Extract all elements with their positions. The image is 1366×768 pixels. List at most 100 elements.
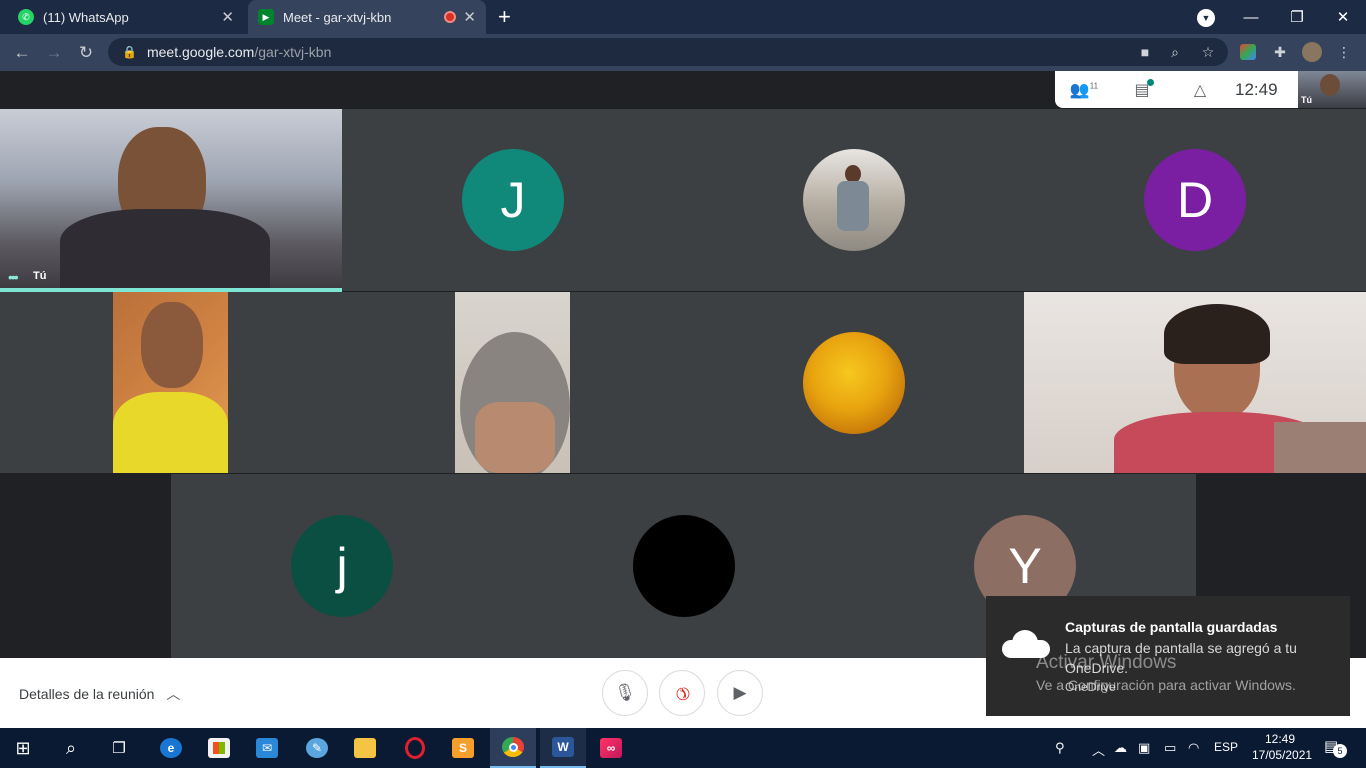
word-icon: W xyxy=(552,737,574,757)
tab-title: Meet - gar-xtvj-kbn xyxy=(283,9,392,25)
mail-icon: ✉ xyxy=(256,738,278,758)
participant-tile-d[interactable]: D xyxy=(1024,109,1366,291)
camera-button[interactable]: ▶ xyxy=(717,670,763,716)
paint-icon: ✎ xyxy=(306,738,328,758)
store-icon xyxy=(208,738,230,758)
photo-person-body xyxy=(837,181,869,231)
participant-tile-j[interactable]: J xyxy=(342,109,683,291)
participant-shirt xyxy=(113,392,228,473)
microphone-button[interactable]: 🎙 xyxy=(602,670,648,716)
close-window-button[interactable]: ✕ xyxy=(1320,0,1366,34)
onedrive-tray-icon[interactable]: ☁ xyxy=(1114,740,1127,756)
meeting-details-button[interactable]: Detalles de la reunión ︿ xyxy=(19,684,180,704)
browser-menu-icon[interactable]: ⋮ xyxy=(1332,40,1356,64)
edge-icon: e xyxy=(160,738,182,758)
taskbar-edge[interactable]: e xyxy=(148,728,194,768)
participant-face xyxy=(475,402,555,473)
more-options-icon[interactable]: ••• xyxy=(8,269,19,285)
onedrive-notification[interactable]: Capturas de pantalla guardadas La captur… xyxy=(986,596,1350,716)
meet-clock: 12:49 xyxy=(1235,79,1278,99)
search-button[interactable]: ⌕ xyxy=(48,728,94,768)
background-furniture xyxy=(1274,422,1366,473)
creative-cloud-icon: ∞ xyxy=(600,738,622,758)
taskbar-creative-cloud[interactable]: ∞ xyxy=(588,728,634,768)
people-icon[interactable]: ⚲ xyxy=(1055,740,1065,756)
task-view-icon: ❐ xyxy=(112,740,126,757)
participant-video xyxy=(455,292,570,473)
zoom-icon[interactable]: ⌕ xyxy=(1163,40,1187,64)
taskbar-word[interactable]: W xyxy=(540,728,586,768)
opera-icon xyxy=(405,737,425,759)
taskbar-explorer[interactable] xyxy=(342,728,388,768)
address-bar[interactable]: 🔒 meet.google.com/gar-xtvj-kbn xyxy=(108,38,1228,66)
participant-tile-video-yellow[interactable] xyxy=(0,292,342,473)
close-tab-icon[interactable]: ✕ xyxy=(221,8,234,26)
start-button[interactable]: ⊞ xyxy=(0,728,46,768)
recording-indicator-icon xyxy=(444,11,456,23)
action-center-button[interactable]: ▤ 5 xyxy=(1324,737,1347,758)
microphone-icon: 🎙 xyxy=(614,683,636,702)
tab-search-icon[interactable]: ▼ xyxy=(1197,9,1215,27)
show-hidden-icons-chevron-icon[interactable]: ︿ xyxy=(1092,740,1105,759)
notification-count: 5 xyxy=(1333,744,1347,758)
avatar-d: D xyxy=(1144,149,1246,251)
tab-meet[interactable]: ▶ Meet - gar-xtvj-kbn ✕ xyxy=(248,0,486,34)
avatar-tulips xyxy=(803,332,905,434)
taskbar-mail[interactable]: ✉ xyxy=(244,728,290,768)
profile-avatar[interactable] xyxy=(1300,40,1324,64)
chat-icon[interactable]: ▤ xyxy=(1113,78,1171,100)
taskbar-sublime[interactable]: S xyxy=(440,728,486,768)
tab-whatsapp[interactable]: ✆ (11) WhatsApp ✕ xyxy=(8,0,244,34)
participant-tile-black[interactable] xyxy=(512,474,854,658)
participant-face xyxy=(141,302,203,388)
self-mini-label: Tú xyxy=(1301,95,1312,105)
tab-title: (11) WhatsApp xyxy=(43,9,129,25)
participant-body xyxy=(60,209,270,289)
wifi-icon[interactable]: ◠ xyxy=(1188,740,1199,756)
new-tab-button[interactable]: + xyxy=(498,4,511,30)
participant-hair xyxy=(1164,304,1270,364)
self-tile-label: Tú xyxy=(33,270,47,282)
camera-icon: ▶ xyxy=(733,683,747,702)
taskbar-opera[interactable] xyxy=(392,728,438,768)
reload-button[interactable]: ↻ xyxy=(72,39,100,67)
back-button[interactable]: ← xyxy=(8,39,36,67)
self-preview-mini[interactable]: Tú xyxy=(1298,71,1366,108)
participant-tile-j2[interactable]: j xyxy=(171,474,512,658)
phone-hangup-icon: ✆ xyxy=(670,681,695,706)
taskbar-store[interactable] xyxy=(196,728,242,768)
windows-activation-body: Ve a Configuración para activar Windows. xyxy=(1036,677,1296,693)
avatar-photo xyxy=(803,149,905,251)
bookmark-star-icon[interactable]: ☆ xyxy=(1196,40,1220,64)
participant-tile-photo[interactable] xyxy=(683,109,1024,291)
taskbar-chrome[interactable] xyxy=(490,728,536,768)
taskbar-paint[interactable]: ✎ xyxy=(294,728,340,768)
participant-tile-tulips[interactable] xyxy=(683,292,1024,473)
language-indicator[interactable]: ESP xyxy=(1214,740,1238,754)
toast-title: Capturas de pantalla guardadas xyxy=(1065,619,1278,635)
clock-date: 17/05/2021 xyxy=(1252,748,1313,762)
self-video-tile[interactable]: ••• Tú xyxy=(0,109,342,289)
search-icon: ⌕ xyxy=(65,737,77,758)
participants-icon[interactable]: 👥11 xyxy=(1055,80,1113,100)
sublime-icon: S xyxy=(452,738,474,758)
participant-tile-video-woman[interactable] xyxy=(1024,292,1366,473)
activities-icon[interactable]: △ xyxy=(1171,80,1229,100)
participant-tile-video-boy[interactable] xyxy=(342,292,683,473)
task-view-button[interactable]: ❐ xyxy=(96,728,142,768)
hang-up-button[interactable]: ✆ xyxy=(659,670,705,716)
security-tray-icon[interactable]: ▣ xyxy=(1138,740,1150,756)
extension-s-icon[interactable] xyxy=(1236,40,1260,64)
camera-in-use-icon[interactable]: ■ xyxy=(1133,40,1157,64)
close-tab-icon[interactable]: ✕ xyxy=(463,8,476,26)
extensions-puzzle-icon[interactable]: ✚ xyxy=(1268,40,1292,64)
maximize-button[interactable]: ❐ xyxy=(1274,0,1320,34)
self-face xyxy=(1320,74,1340,96)
forward-button[interactable]: → xyxy=(40,39,68,67)
folder-icon xyxy=(354,738,376,758)
battery-icon[interactable]: ▭ xyxy=(1164,740,1176,756)
chat-notification-dot xyxy=(1147,78,1154,86)
minimize-button[interactable]: — xyxy=(1228,0,1274,34)
taskbar-clock[interactable]: 12:49 17/05/2021 xyxy=(1252,731,1313,763)
participants-count: 11 xyxy=(1089,81,1099,91)
